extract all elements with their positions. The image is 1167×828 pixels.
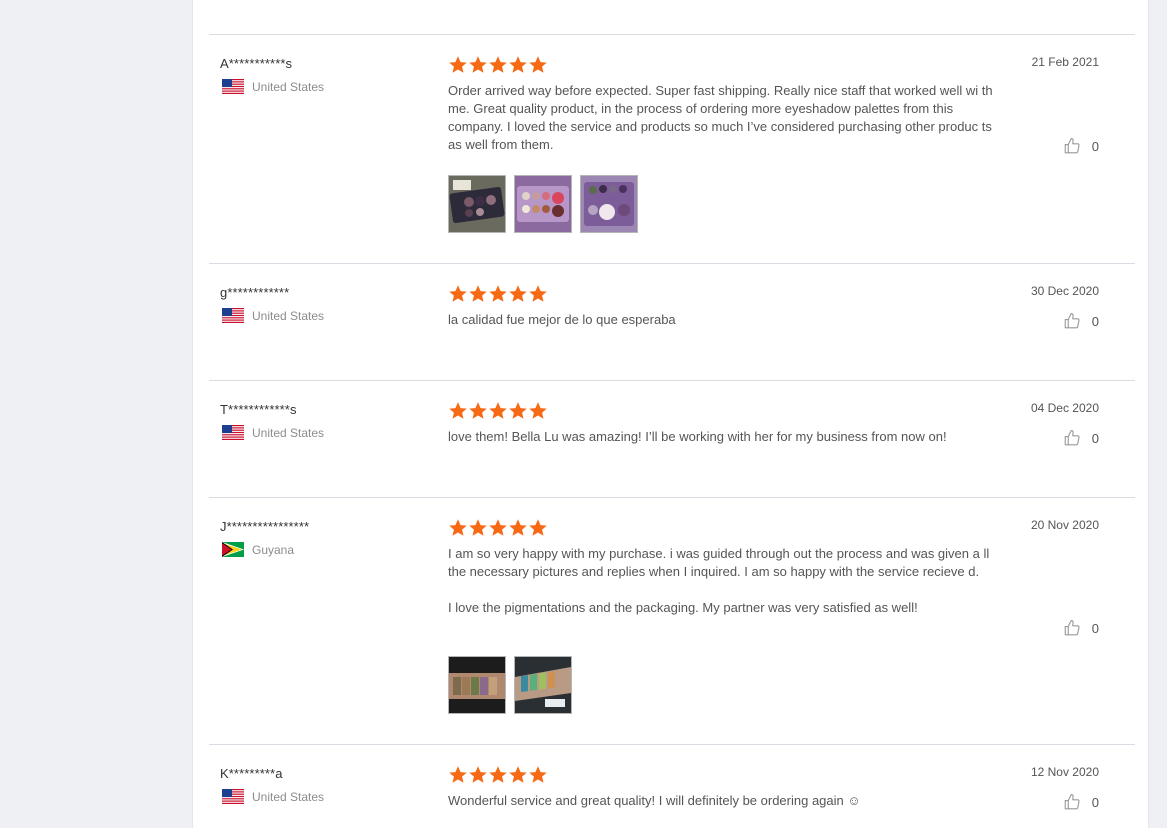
star-rating xyxy=(448,55,548,75)
like-button[interactable]: 0 xyxy=(1063,137,1099,155)
reviewer-name: g************ xyxy=(220,285,290,300)
like-button[interactable]: 0 xyxy=(1063,793,1099,811)
reviewer-country: United States xyxy=(222,79,324,94)
star-icon xyxy=(488,765,508,785)
us-flag-icon xyxy=(222,789,244,804)
star-icon xyxy=(528,765,548,785)
thumbs-up-icon xyxy=(1063,793,1081,811)
us-flag-icon xyxy=(222,79,244,94)
review-paragraph: love them! Bella Lu was amazing! I’ll be… xyxy=(448,429,947,444)
star-icon xyxy=(508,284,528,304)
review-paragraph: la calidad fue mejor de lo que esperaba xyxy=(448,312,676,327)
country-name: United States xyxy=(252,308,325,323)
star-icon xyxy=(528,401,548,421)
star-icon xyxy=(488,55,508,75)
star-icon xyxy=(468,401,488,421)
reviewer-name: K*********a xyxy=(220,766,283,781)
star-icon xyxy=(508,55,528,75)
star-icon xyxy=(508,518,528,538)
review-photos xyxy=(448,656,580,714)
reviewer-name: J**************** xyxy=(220,519,310,534)
like-button[interactable]: 0 xyxy=(1063,429,1099,447)
review-text: love them! Bella Lu was amazing! I’ll be… xyxy=(448,428,1008,446)
arm-swatch-photo[interactable] xyxy=(514,656,572,714)
star-rating xyxy=(448,765,548,785)
us-flag-icon xyxy=(222,425,244,440)
us-flag-icon xyxy=(222,308,244,323)
like-count: 0 xyxy=(1091,138,1099,154)
review-item: T************s United States love them! … xyxy=(209,380,1135,498)
country-name: Guyana xyxy=(252,542,295,557)
like-button[interactable]: 0 xyxy=(1063,312,1099,330)
review-text: Wonderful service and great quality! I w… xyxy=(448,792,1008,810)
star-icon xyxy=(468,284,488,304)
review-photos xyxy=(448,175,646,233)
thumbs-up-icon xyxy=(1063,312,1081,330)
review-date: 30 Dec 2020 xyxy=(1030,284,1099,298)
eyeshadow-palette-photo[interactable] xyxy=(448,175,506,233)
like-button[interactable]: 0 xyxy=(1063,619,1099,637)
star-icon xyxy=(528,284,548,304)
guyana-flag-icon xyxy=(222,542,244,557)
country-name: United States xyxy=(252,789,325,804)
reviewer-name: A***********s xyxy=(220,56,293,71)
reviewer-country: United States xyxy=(222,425,324,440)
reviewer-country: United States xyxy=(222,308,324,323)
star-icon xyxy=(448,284,468,304)
country-name: United States xyxy=(252,79,325,94)
eyeshadow-palette-photo[interactable] xyxy=(514,175,572,233)
star-icon xyxy=(448,765,468,785)
star-rating xyxy=(448,284,548,304)
review-paragraph: Order arrived way before expected. Super… xyxy=(448,83,993,152)
review-paragraph: I love the pigmentations and the packagi… xyxy=(448,600,918,615)
star-icon xyxy=(468,55,488,75)
reviews-panel: A***********s United States Order arrive… xyxy=(192,0,1149,828)
star-icon xyxy=(488,284,508,304)
thumbs-up-icon xyxy=(1063,429,1081,447)
like-count: 0 xyxy=(1091,620,1099,636)
star-rating xyxy=(448,518,548,538)
review-date: 04 Dec 2020 xyxy=(1030,401,1099,415)
review-text: Order arrived way before expected. Super… xyxy=(448,82,1008,154)
review-item: K*********a United States Wonderful serv… xyxy=(209,744,1135,828)
thumbs-up-icon xyxy=(1063,619,1081,637)
arm-swatch-photo[interactable] xyxy=(448,656,506,714)
star-icon xyxy=(488,518,508,538)
review-item: A***********s United States Order arrive… xyxy=(209,34,1135,264)
star-icon xyxy=(468,518,488,538)
review-item: J**************** Guyana I am so very ha… xyxy=(209,497,1135,745)
review-date: 21 Feb 2021 xyxy=(1031,55,1099,69)
review-date: 20 Nov 2020 xyxy=(1030,518,1099,532)
like-count: 0 xyxy=(1091,794,1099,810)
review-item: g************ United States la calidad f… xyxy=(209,263,1135,381)
like-count: 0 xyxy=(1091,430,1099,446)
eyeshadow-palette-photo[interactable] xyxy=(580,175,638,233)
review-paragraph: I am so very happy with my purchase. i w… xyxy=(448,546,990,579)
star-icon xyxy=(488,401,508,421)
review-text: I am so very happy with my purchase. i w… xyxy=(448,545,1008,617)
star-icon xyxy=(448,518,468,538)
review-paragraph: Wonderful service and great quality! I w… xyxy=(448,793,861,808)
star-rating xyxy=(448,401,548,421)
reviewer-country: United States xyxy=(222,789,324,804)
star-icon xyxy=(468,765,488,785)
star-icon xyxy=(448,55,468,75)
like-count: 0 xyxy=(1091,313,1099,329)
reviewer-name: T************s xyxy=(220,402,297,417)
review-text: la calidad fue mejor de lo que esperaba xyxy=(448,311,1008,329)
country-name: United States xyxy=(252,425,325,440)
star-icon xyxy=(508,765,528,785)
star-icon xyxy=(528,55,548,75)
thumbs-up-icon xyxy=(1063,137,1081,155)
review-date: 12 Nov 2020 xyxy=(1030,765,1099,779)
reviewer-country: Guyana xyxy=(222,542,294,557)
star-icon xyxy=(448,401,468,421)
star-icon xyxy=(528,518,548,538)
star-icon xyxy=(508,401,528,421)
